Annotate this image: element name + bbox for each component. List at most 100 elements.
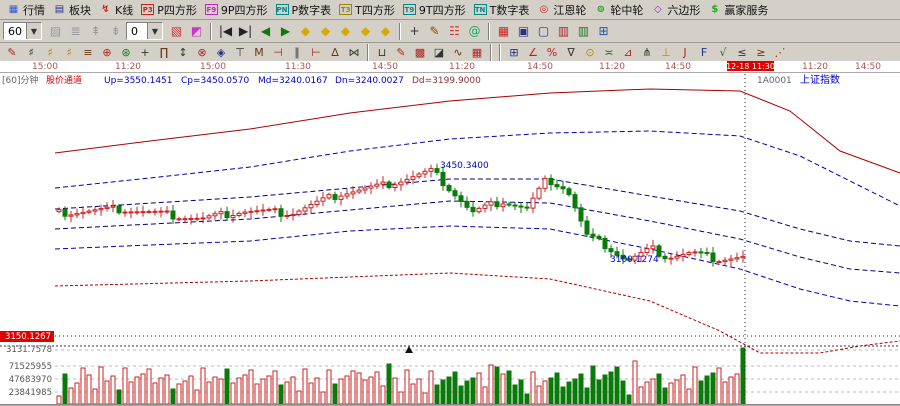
- export-tool-icon[interactable]: ⊞: [594, 22, 613, 41]
- spiral-tool-icon[interactable]: @: [465, 22, 484, 41]
- pillar-tool-icon[interactable]: ∏: [155, 44, 173, 60]
- last-bar-button-icon[interactable]: ▶|: [236, 22, 255, 41]
- menu-item-2[interactable]: ▤板块: [49, 1, 95, 19]
- grid-tool-icon[interactable]: ☷: [445, 22, 464, 41]
- chart-area[interactable]: 15:0011:2015:0011:3014:5011:2014:5011:20…: [0, 61, 900, 406]
- candle-body: [285, 216, 289, 217]
- fib-tool-icon[interactable]: F: [695, 44, 713, 60]
- j-angle-tool-icon[interactable]: J: [676, 44, 694, 60]
- left-bracket-tool-icon[interactable]: ⊣: [269, 44, 287, 60]
- cross-line-tool-icon[interactable]: +: [136, 44, 154, 60]
- candle-body: [327, 195, 331, 198]
- gte-angle-tool-icon[interactable]: ≥: [752, 44, 770, 60]
- period-select[interactable]: 60▼: [3, 22, 42, 40]
- chevron-down-icon[interactable]: ▼: [147, 23, 162, 39]
- gann-grid-tool-2-icon[interactable]: ♯: [41, 44, 59, 60]
- save-tool-icon[interactable]: ▥: [554, 22, 573, 41]
- chevron-down-icon[interactable]: ▼: [26, 23, 41, 39]
- menu-item-6[interactable]: PNP数字表: [272, 1, 336, 19]
- menu-item-13[interactable]: $赢家服务: [704, 1, 772, 19]
- disabled-down-tool-icon[interactable]: ⇟: [106, 22, 125, 41]
- top-line-tool-icon[interactable]: ⊤: [231, 44, 249, 60]
- first-bar-button-icon[interactable]: |◀: [216, 22, 235, 41]
- menu-item-9[interactable]: TNT数字表: [470, 1, 534, 19]
- calculator-tool-icon[interactable]: ▣: [514, 22, 533, 41]
- cup-tool-icon[interactable]: ⊔: [373, 44, 391, 60]
- rays-tool-icon[interactable]: ⋰: [771, 44, 789, 60]
- quadrant-tool-icon[interactable]: ⊞: [505, 44, 523, 60]
- pencil-tool-icon[interactable]: ✎: [425, 22, 444, 41]
- small-wheel-tool-icon[interactable]: ⊛: [117, 44, 135, 60]
- chart-canvas[interactable]: 15:0011:2015:0011:3014:5011:2014:5011:20…: [0, 61, 900, 406]
- lte-angle-tool-icon[interactable]: ≤: [733, 44, 751, 60]
- draw-brush-tool-icon[interactable]: ✎: [3, 44, 21, 60]
- volume-bar: [579, 374, 583, 404]
- vertical-range-tool-icon[interactable]: ↕: [174, 44, 192, 60]
- circle-cross-tool-icon[interactable]: ⊕: [98, 44, 116, 60]
- overlay-select[interactable]: 0▼: [126, 22, 163, 40]
- gann-star-tool-3-icon[interactable]: ◆: [336, 22, 355, 41]
- sine-tool-icon[interactable]: ∿: [449, 44, 467, 60]
- pattern-area-tool-icon[interactable]: ▧: [167, 22, 186, 41]
- channel-line: [55, 226, 900, 306]
- angle-wedge-tool-icon[interactable]: ⊿: [619, 44, 637, 60]
- gann-grid-tool-1-icon[interactable]: ♯: [22, 44, 40, 60]
- triangle-tool-icon[interactable]: ∆: [326, 44, 344, 60]
- calendar-tool-icon[interactable]: ▦: [494, 22, 513, 41]
- next-bar-button-icon[interactable]: ▶: [276, 22, 295, 41]
- gann-angle-tool-icon[interactable]: ∠: [524, 44, 542, 60]
- candle-body: [129, 212, 133, 213]
- hatch-box-tool-icon[interactable]: ▩: [411, 44, 429, 60]
- balance-tool-icon[interactable]: ≍: [600, 44, 618, 60]
- disabled-zoom-tool-icon[interactable]: ▨: [46, 22, 65, 41]
- main-toolbar: 60▼▨≣⇞⇟0▼▧◩|◀▶|◀▶◆◆◆◆◆+✎☷@▦▣▢▥▥⊞: [0, 20, 900, 43]
- gann-grid-tool-3-icon[interactable]: ♯: [60, 44, 78, 60]
- half-box-tool-icon[interactable]: ◪: [430, 44, 448, 60]
- volume-bar: [675, 380, 679, 404]
- gann-star-tool-4-icon[interactable]: ◆: [356, 22, 375, 41]
- volume-bar: [735, 374, 739, 404]
- gann-star-tool-5-icon[interactable]: ◆: [376, 22, 395, 41]
- menu-item-1[interactable]: ▦行情: [3, 1, 49, 19]
- price-axis-label: 3131.7578: [6, 345, 52, 355]
- menu-item-12[interactable]: ◇六边形: [647, 1, 704, 19]
- right-bracket-tool-icon[interactable]: ⊢: [307, 44, 325, 60]
- support-line-tool-icon[interactable]: ⊥: [657, 44, 675, 60]
- color-chart-tool-icon[interactable]: ◩: [187, 22, 206, 41]
- fan-down-tool-icon[interactable]: ∇: [562, 44, 580, 60]
- percent-retrace-tool-icon[interactable]: %: [543, 44, 561, 60]
- time-circle-tool-icon[interactable]: ⊙: [581, 44, 599, 60]
- menu-item-4[interactable]: P3P四方形: [137, 1, 201, 19]
- table-grid-tool-icon[interactable]: ▦: [468, 44, 486, 60]
- gann-star-tool-1-icon[interactable]: ◆: [296, 22, 315, 41]
- gann-star-tool-2-icon[interactable]: ◆: [316, 22, 335, 41]
- diamond-tool-icon[interactable]: ◈: [212, 44, 230, 60]
- menu-item-10[interactable]: ◎江恩轮: [533, 1, 590, 19]
- wave-tool-icon[interactable]: M: [250, 44, 268, 60]
- volume-bar: [135, 377, 139, 404]
- menu-item-8[interactable]: T99T四方形: [399, 1, 470, 19]
- volume-bar: [399, 392, 403, 404]
- pitchfork-tool-icon[interactable]: ⋔: [638, 44, 656, 60]
- volume-bar: [519, 380, 523, 404]
- bowtie-tool-icon[interactable]: ⋈: [345, 44, 363, 60]
- disabled-up-tool-icon[interactable]: ⇞: [86, 22, 105, 41]
- sqrt-tool-icon[interactable]: √: [714, 44, 732, 60]
- parallel-lines-tool-icon[interactable]: ≡: [79, 44, 97, 60]
- disabled-list-tool-icon[interactable]: ≣: [66, 22, 85, 41]
- volume-bar: [441, 380, 445, 404]
- menu-item-11[interactable]: ⊚轮中轮: [590, 1, 647, 19]
- prev-bar-button-icon[interactable]: ◀: [256, 22, 275, 41]
- copy-tool-icon[interactable]: ▥: [574, 22, 593, 41]
- volume-bar: [369, 377, 373, 404]
- target-tool-icon[interactable]: ⊗: [193, 44, 211, 60]
- marker-tool-icon[interactable]: ✎: [392, 44, 410, 60]
- menu-item-7[interactable]: T3T四方形: [335, 1, 399, 19]
- candle-body: [273, 209, 277, 210]
- volume-bar: [57, 396, 61, 404]
- menu-item-5[interactable]: F99P四方形: [201, 1, 272, 19]
- window-tool-icon[interactable]: ▢: [534, 22, 553, 41]
- crosshair-tool-icon[interactable]: +: [405, 22, 424, 41]
- channel-tool-icon[interactable]: ∥: [288, 44, 306, 60]
- menu-item-3[interactable]: ↯K线: [95, 1, 137, 19]
